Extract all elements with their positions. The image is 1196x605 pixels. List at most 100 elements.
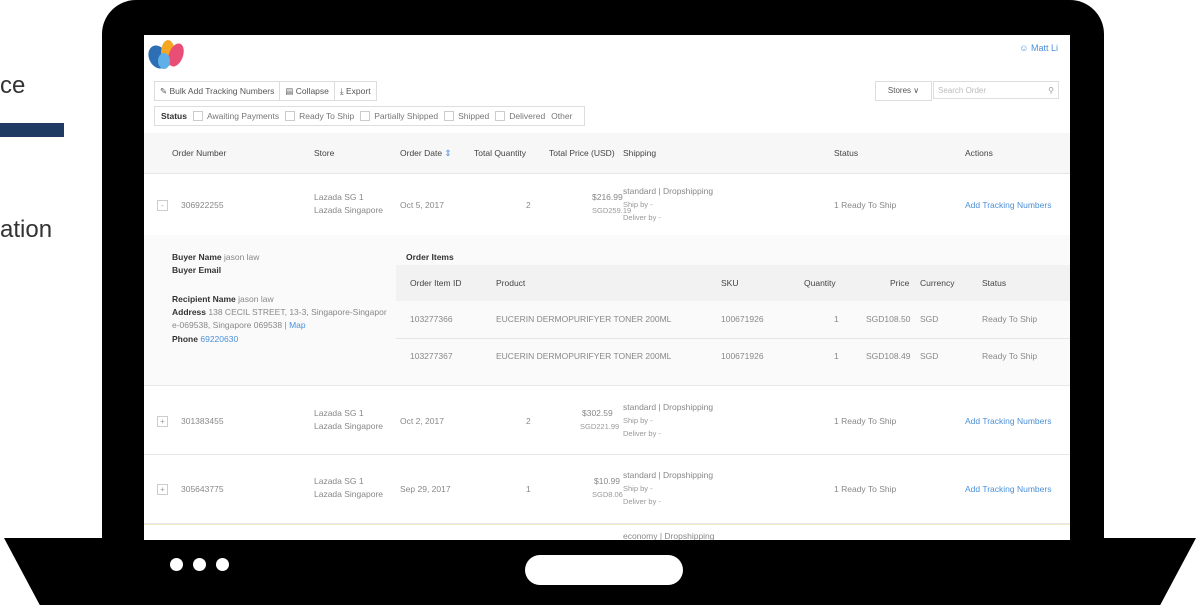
collapse-row-icon[interactable]: - xyxy=(157,200,168,211)
shipping-method: standard | Dropshipping xyxy=(623,402,714,412)
export-button[interactable]: ⤓ Export xyxy=(335,82,376,100)
checkbox[interactable] xyxy=(495,111,506,121)
order-items-title: Order Items xyxy=(406,251,454,264)
stores-dropdown[interactable]: Stores ∨ xyxy=(875,81,932,101)
checkbox[interactable] xyxy=(285,111,296,121)
total-price: $302.59 xyxy=(582,408,613,418)
status-filter-label: Status xyxy=(161,111,187,121)
filter-shipped[interactable]: Shipped xyxy=(444,111,489,121)
filter-label: Ready To Ship xyxy=(299,111,355,121)
address-line-2-text: e-069538, Singapore 069538 | xyxy=(172,320,287,330)
product-name: EUCERIN DERMOPURIFYER TONER 200ML xyxy=(496,314,672,324)
col-order-date[interactable]: Order Date ⇕ xyxy=(400,133,452,173)
phone-label: Phone xyxy=(172,334,198,344)
order-number: 306922255 xyxy=(181,200,224,210)
deliver-by: Deliver by - xyxy=(623,497,661,506)
item-quantity: 1 xyxy=(834,314,839,324)
item-currency: SGD xyxy=(920,314,939,324)
item-quantity: 1 xyxy=(834,351,839,361)
item-price: SGD108.49 xyxy=(866,351,911,361)
item-status: Ready To Ship xyxy=(982,314,1038,324)
laptop-trackpad xyxy=(525,555,683,585)
col-item-status: Status xyxy=(982,278,1007,288)
order-date: Oct 5, 2017 xyxy=(400,200,444,210)
order-status: 1 Ready To Ship xyxy=(834,484,897,494)
order-status: 1 Ready To Ship xyxy=(834,200,897,210)
map-link[interactable]: Map xyxy=(289,320,306,330)
buyer-name-value: jason law xyxy=(223,252,260,262)
filter-label: Other xyxy=(551,111,573,121)
shipping-method: economy | Dropshipping xyxy=(623,531,715,540)
user-menu[interactable]: ☺ Matt Li xyxy=(1019,43,1058,53)
total-quantity: 2 xyxy=(526,200,531,210)
app-logo-icon[interactable] xyxy=(146,35,190,71)
total-quantity: 1 xyxy=(526,484,531,494)
col-store[interactable]: Store xyxy=(314,133,334,173)
phone-value[interactable]: 69220630 xyxy=(200,334,238,344)
order-date: Oct 2, 2017 xyxy=(400,416,444,426)
add-tracking-numbers-link[interactable]: Add Tracking Numbers xyxy=(965,484,1051,494)
col-order-number[interactable]: Order Number xyxy=(172,133,226,173)
col-quantity: Quantity xyxy=(804,278,836,288)
sort-icon[interactable]: ⇕ xyxy=(444,148,451,158)
checkbox[interactable] xyxy=(444,111,455,121)
toolbar: ✎ Bulk Add Tracking Numbers ▤ Collapse ⤓… xyxy=(154,81,377,101)
table-row[interactable]: - 306922255 Lazada SG 1 Lazada Singapore… xyxy=(144,174,1070,236)
col-currency: Currency xyxy=(920,278,955,288)
stores-label: Stores xyxy=(887,86,912,95)
address-line-2: e-069538, Singapore 069538 | Map xyxy=(172,319,306,332)
col-status[interactable]: Status xyxy=(834,133,858,173)
shipping-method: standard | Dropshipping xyxy=(623,470,714,480)
item-price: SGD108.50 xyxy=(866,314,911,324)
table-row[interactable]: economy | Dropshipping xyxy=(144,524,1070,540)
col-total-quantity[interactable]: Total Quantity xyxy=(474,133,526,173)
order-items-header: Order Item ID Product SKU Quantity Price… xyxy=(396,265,1070,301)
ship-by: Ship by - xyxy=(623,416,653,425)
filter-partially-shipped[interactable]: Partially Shipped xyxy=(360,111,438,121)
col-product: Product xyxy=(496,278,526,288)
checkbox[interactable] xyxy=(192,111,203,121)
col-total-price[interactable]: Total Price (USD) xyxy=(549,133,615,173)
bulk-add-label: Bulk Add Tracking Numbers xyxy=(169,86,275,96)
collapse-button[interactable]: ▤ Collapse xyxy=(280,82,335,100)
filter-ready-to-ship[interactable]: Ready To Ship xyxy=(285,111,354,121)
expand-row-icon[interactable]: + xyxy=(157,416,168,427)
col-shipping[interactable]: Shipping xyxy=(623,133,656,173)
add-tracking-numbers-link[interactable]: Add Tracking Numbers xyxy=(965,200,1051,210)
add-tracking-numbers-link[interactable]: Add Tracking Numbers xyxy=(965,416,1051,426)
recipient-name: Recipient Name jason law xyxy=(172,293,274,306)
search-placeholder: Search Order xyxy=(938,86,987,95)
search-icon: ⚲ xyxy=(1048,86,1054,95)
ship-by: Ship by - xyxy=(623,200,653,209)
table-row[interactable]: + 305643775 Lazada SG 1 Lazada Singapore… xyxy=(144,455,1070,524)
total-quantity: 2 xyxy=(526,416,531,426)
sku-link[interactable]: 100671926 xyxy=(721,301,764,338)
search-input[interactable]: Search Order ⚲ xyxy=(933,81,1059,99)
order-item-id: 103277366 xyxy=(410,314,453,324)
filter-label: Delivered xyxy=(509,111,546,121)
filter-delivered[interactable]: Delivered xyxy=(495,111,545,121)
item-status: Ready To Ship xyxy=(982,351,1038,361)
bulk-add-tracking-button[interactable]: ✎ Bulk Add Tracking Numbers xyxy=(155,82,281,100)
sku-link[interactable]: 100671926 xyxy=(721,338,764,375)
order-status: 1 Ready To Ship xyxy=(834,416,897,426)
product-name: EUCERIN DERMOPURIFYER TONER 200ML xyxy=(496,351,672,361)
background-text-1: ce xyxy=(0,72,26,99)
pencil-icon: ✎ xyxy=(160,86,168,96)
store-region: Lazada Singapore xyxy=(314,421,384,431)
export-icon: ⤓ xyxy=(339,86,344,96)
store-name: Lazada SG 1 xyxy=(314,476,364,486)
table-row[interactable]: + 301383455 Lazada SG 1 Lazada Singapore… xyxy=(144,386,1070,455)
store-region: Lazada Singapore xyxy=(314,489,384,499)
filter-awaiting-payments[interactable]: Awaiting Payments xyxy=(192,111,279,121)
background-text-2: ation xyxy=(0,216,53,243)
order-number: 301383455 xyxy=(181,416,224,426)
address: Address 138 CECIL STREET, 13-3, Singapor… xyxy=(172,306,387,319)
checkbox[interactable] xyxy=(360,111,371,121)
expand-row-icon[interactable]: + xyxy=(157,484,168,495)
order-items-title-text: Order Items xyxy=(406,252,454,262)
filter-other[interactable]: Other xyxy=(551,111,572,121)
buyer-email: Buyer Email xyxy=(172,264,221,277)
col-price: Price xyxy=(890,278,910,288)
background-accent-bar xyxy=(0,123,64,137)
